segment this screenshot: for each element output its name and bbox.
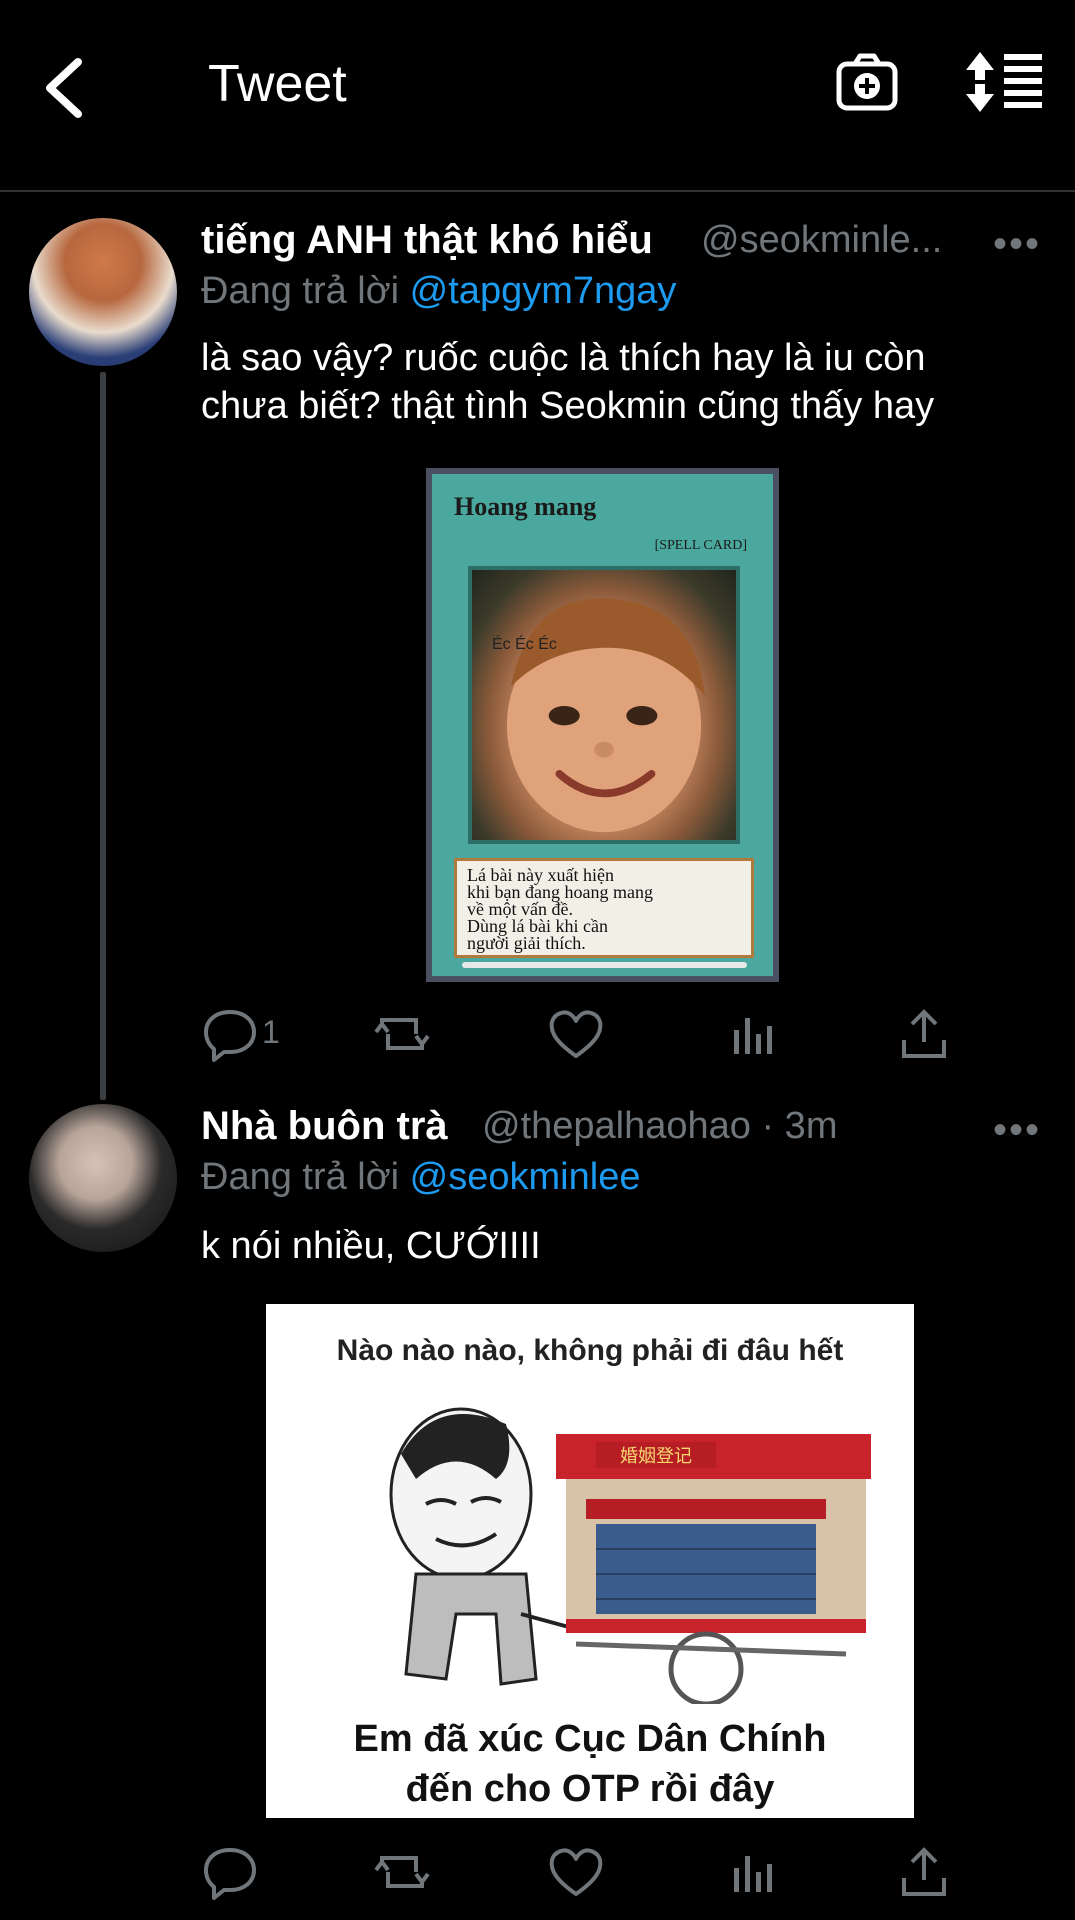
- stats-button[interactable]: [722, 1842, 782, 1902]
- tweet-media-image[interactable]: Nào nào nào, không phải đi đâu hết 婚姻登记 …: [266, 1304, 914, 1818]
- avatar[interactable]: [29, 218, 177, 366]
- tweet-media-image[interactable]: Hoang mang [SPELL CARD] Éc Éc Éc Lá bài …: [426, 468, 779, 982]
- more-options-button[interactable]: •••: [993, 222, 1041, 267]
- reply-prefix: Đang trả lời: [201, 270, 400, 312]
- stats-icon: [734, 1856, 772, 1892]
- display-name[interactable]: Nhà buôn trà: [201, 1104, 448, 1149]
- like-button[interactable]: [546, 1842, 606, 1902]
- camera-button[interactable]: [835, 50, 899, 114]
- share-button[interactable]: [894, 1004, 954, 1064]
- heart-icon: [549, 1848, 603, 1896]
- tweet-text: là sao vậy? ruốc cuộc là thích hay là iu…: [201, 334, 934, 430]
- more-options-button[interactable]: •••: [993, 1108, 1041, 1153]
- meme-bottom-text: Em đã xúc Cục Dân Chính đến cho OTP rồi …: [266, 1714, 914, 1814]
- card-overlay-text: Éc Éc Éc: [492, 636, 557, 653]
- header-divider: [0, 190, 1075, 192]
- share-button[interactable]: [894, 1842, 954, 1902]
- share-icon: [902, 1009, 946, 1058]
- card-photo: Éc Éc Éc: [468, 566, 740, 844]
- user-handle[interactable]: @thepalhaohao · 3m: [482, 1105, 837, 1148]
- mention-link[interactable]: @tapgym7ngay: [410, 270, 677, 312]
- back-button[interactable]: [38, 48, 118, 128]
- card-desc-line: người giải thích.: [467, 933, 586, 953]
- meme-bottom-line: Em đã xúc Cục Dân Chính: [353, 1718, 827, 1760]
- avatar[interactable]: [29, 1104, 177, 1252]
- building-sign: 婚姻登记: [620, 1446, 692, 1467]
- display-name[interactable]: tiếng ANH thật khó hiểu: [201, 218, 653, 263]
- reply-button[interactable]: [200, 1004, 260, 1064]
- heart-icon: [549, 1010, 603, 1058]
- meme-bottom-line: đến cho OTP rồi đây: [405, 1768, 775, 1810]
- chevron-left-icon: [46, 58, 82, 118]
- retweet-button[interactable]: [372, 1842, 432, 1902]
- stats-icon: [734, 1018, 772, 1054]
- reply-context: Đang trả lời @seokminlee: [201, 1156, 640, 1199]
- retweet-icon: [374, 1856, 430, 1888]
- sort-icon: [966, 52, 1042, 112]
- share-icon: [902, 1847, 946, 1896]
- reply-icon: [204, 1010, 256, 1062]
- reply-count: 1: [262, 1014, 280, 1050]
- reply-context: Đang trả lời @tapgym7ngay: [201, 270, 676, 313]
- card-type: [SPELL CARD]: [654, 538, 747, 553]
- tweet-text-line: là sao vậy? ruốc cuộc là thích hay là iu…: [201, 337, 926, 379]
- page-title: Tweet: [208, 55, 347, 113]
- card-description: Lá bài này xuất hiện khi bạn đang hoang …: [454, 858, 754, 958]
- tweet-text: k nói nhiều, CƯỚIIII: [201, 1225, 541, 1267]
- top-bar: Tweet: [0, 0, 1075, 190]
- reply-prefix: Đang trả lời: [201, 1156, 400, 1198]
- user-handle[interactable]: @seokminle...: [701, 219, 942, 262]
- card-title: Hoang mang: [454, 492, 597, 521]
- media-scroll-indicator: [462, 962, 747, 968]
- sort-button[interactable]: [966, 52, 1046, 112]
- meme-top-text: Nào nào nào, không phải đi đâu hết: [336, 1334, 844, 1367]
- mention-link[interactable]: @seokminlee: [410, 1156, 641, 1198]
- reply-icon: [204, 1848, 256, 1900]
- tweet-text-line: chưa biết? thật tình Seokmin cũng thấy h…: [201, 385, 935, 427]
- retweet-icon: [374, 1018, 430, 1050]
- stats-button[interactable]: [722, 1004, 782, 1064]
- retweet-button[interactable]: [372, 1004, 432, 1064]
- thread-line: [100, 372, 106, 1100]
- camera-plus-icon: [836, 53, 898, 111]
- like-button[interactable]: [546, 1004, 606, 1064]
- meme-illustration: 婚姻登记: [389, 1407, 871, 1704]
- reply-button[interactable]: [200, 1842, 260, 1902]
